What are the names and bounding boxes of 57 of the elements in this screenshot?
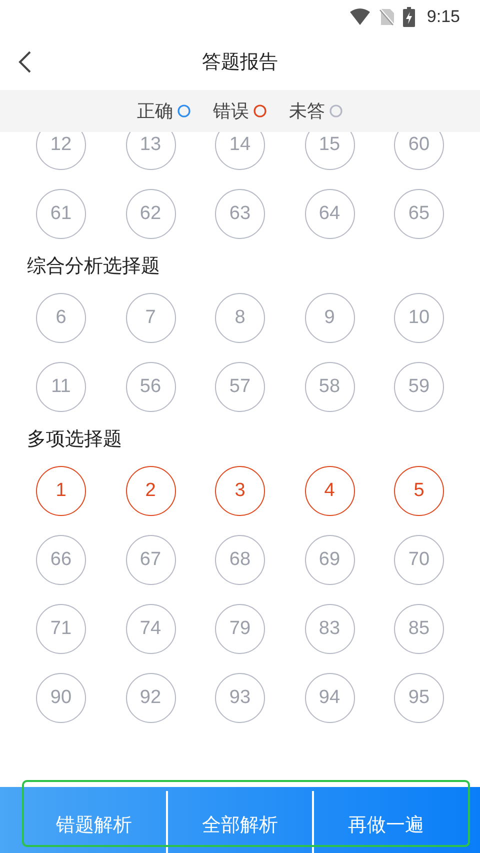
question-number-button[interactable]: 9 [304,293,354,343]
question-number-button[interactable]: 1 [36,466,86,516]
question-number-button[interactable]: 56 [126,362,176,412]
section-heading: 多项选择题 [26,427,123,452]
legend-label: 未答 [289,100,325,123]
question-number-button[interactable]: 94 [304,673,354,723]
question-number-button[interactable]: 66 [36,535,86,585]
status-dot-icon [329,104,343,118]
question-number-button[interactable]: 71 [36,604,86,654]
question-number-button[interactable]: 85 [394,604,444,654]
question-number-button[interactable]: 69 [304,535,354,585]
question-number-button[interactable]: 4 [304,466,354,516]
question-number-button[interactable]: 5 [394,466,444,516]
question-number-button[interactable]: 70 [394,535,444,585]
question-number-button[interactable]: 65 [394,189,444,239]
question-number-button[interactable]: 15 [304,132,354,170]
question-number-button[interactable]: 62 [126,189,176,239]
action-button[interactable]: 全部解析 [168,787,312,853]
question-number-button[interactable]: 60 [394,132,444,170]
question-number-button[interactable]: 57 [215,362,265,412]
question-number-button[interactable]: 95 [394,673,444,723]
question-number-button[interactable]: 13 [126,132,176,170]
wifi-icon [348,8,371,26]
battery-icon [402,7,415,27]
question-number-button[interactable]: 79 [215,604,265,654]
question-number-button[interactable]: 64 [304,189,354,239]
question-number-button[interactable]: 63 [215,189,265,239]
back-icon [18,50,32,74]
action-button[interactable]: 错题解析 [22,787,166,853]
question-number-button[interactable]: 3 [215,466,265,516]
sim-card-icon [378,8,395,26]
action-button[interactable]: 再做一遍 [314,787,458,853]
question-number-button[interactable]: 58 [304,362,354,412]
legend-label: 错误 [213,100,249,123]
question-number-button[interactable]: 93 [215,673,265,723]
question-number-button[interactable]: 8 [215,293,265,343]
question-number-button[interactable]: 6 [36,293,86,343]
time-text: 9:15 [426,7,460,27]
page-title: 答题报告 [202,50,278,75]
question-number-button[interactable]: 61 [36,189,86,239]
question-number-button[interactable]: 92 [126,673,176,723]
question-number-button[interactable]: 59 [394,362,444,412]
question-number-button[interactable]: 68 [215,535,265,585]
question-number-button[interactable]: 10 [394,293,444,343]
question-number-button[interactable]: 67 [126,535,176,585]
status-dot-icon [253,104,267,118]
question-number-button[interactable]: 74 [126,604,176,654]
question-number-button[interactable]: 14 [215,132,265,170]
status-dot-icon [177,104,191,118]
question-number-button[interactable]: 11 [36,362,86,412]
section-heading: 综合分析选择题 [26,254,161,279]
question-number-button[interactable]: 90 [36,673,86,723]
legend-label: 正确 [137,100,173,123]
question-number-button[interactable]: 12 [36,132,86,170]
question-number-button[interactable]: 2 [126,466,176,516]
question-number-button[interactable]: 7 [126,293,176,343]
question-number-button[interactable]: 83 [304,604,354,654]
